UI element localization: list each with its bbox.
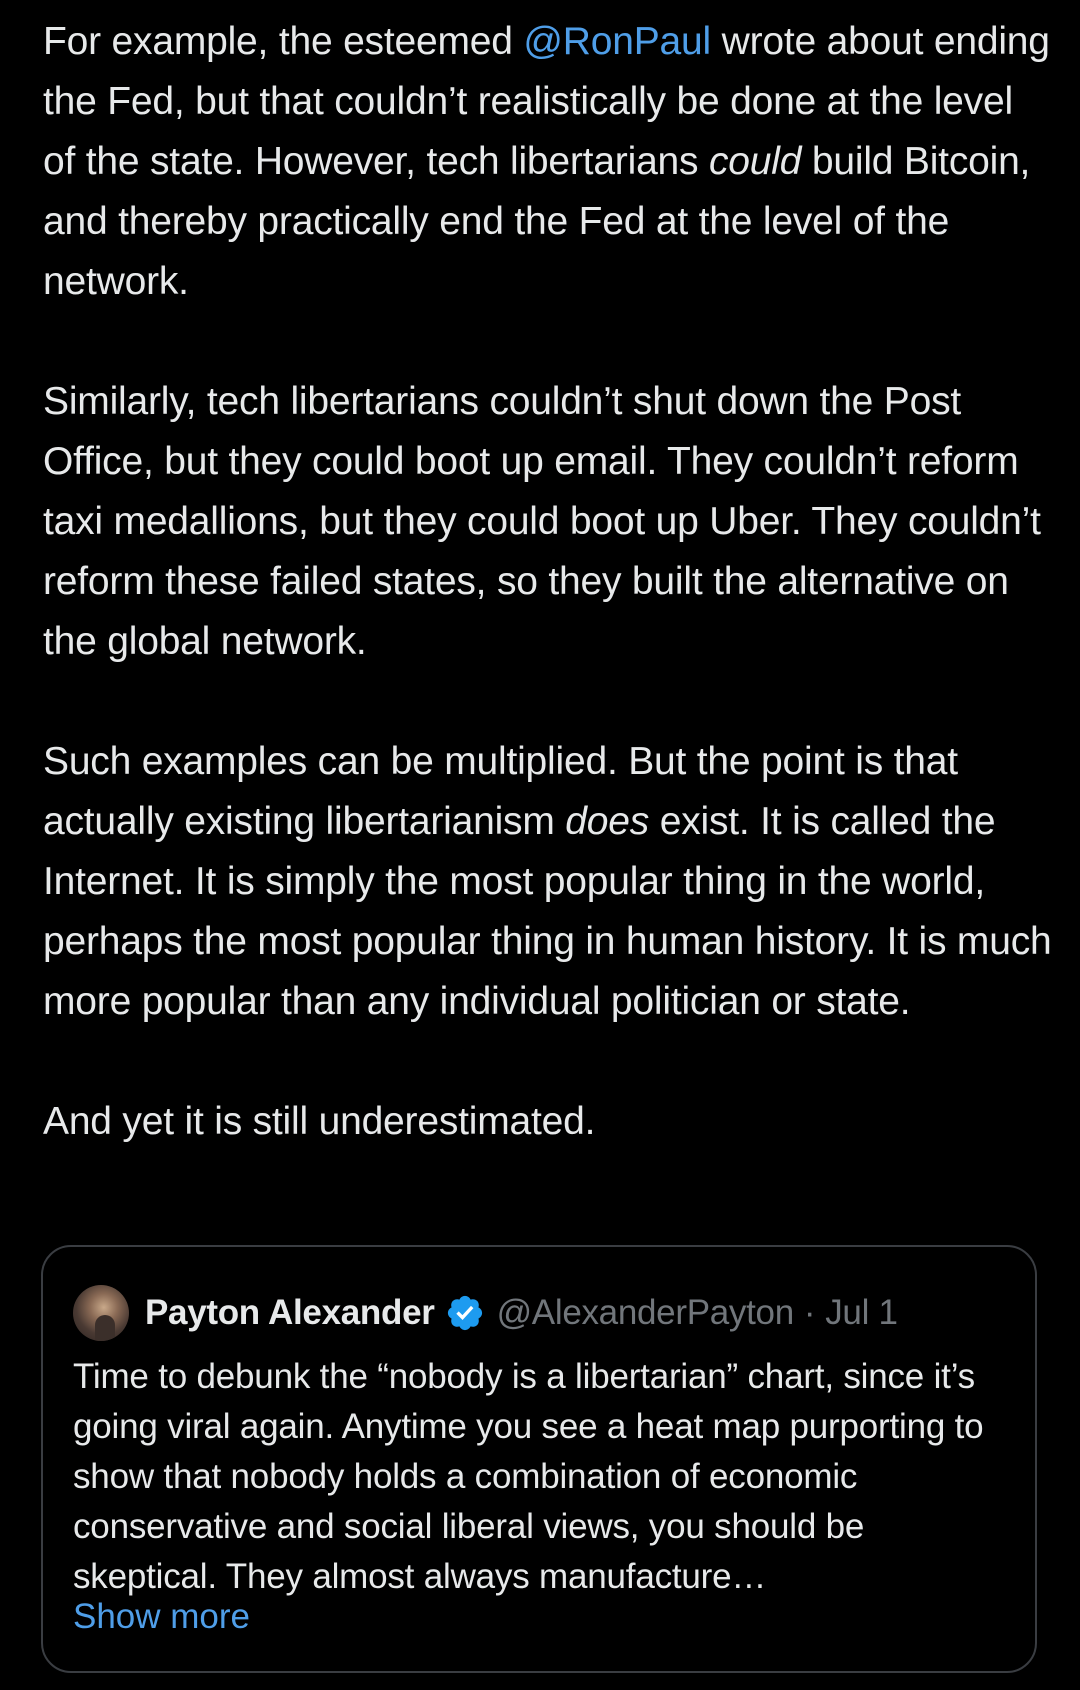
quoted-tweet-header: Payton Alexander @AlexanderPayton · Jul … <box>73 1285 898 1341</box>
quoted-tweet-card[interactable]: Payton Alexander @AlexanderPayton · Jul … <box>41 1245 1037 1673</box>
p1-emphasis: could <box>708 140 802 183</box>
p1-text-start: For example, the esteemed <box>43 20 524 63</box>
separator-dot: · <box>803 1293 816 1332</box>
tweet-paragraph-1: For example, the esteemed @RonPaul wrote… <box>43 12 1053 312</box>
post-date[interactable]: Jul 1 <box>825 1293 898 1333</box>
p3-emphasis: does <box>565 800 650 843</box>
tweet-paragraph-3: Such examples can be multiplied. But the… <box>43 732 1053 1032</box>
author-handle[interactable]: @AlexanderPayton <box>497 1293 795 1333</box>
avatar[interactable] <box>73 1285 129 1341</box>
show-more-link[interactable]: Show more <box>73 1592 250 1642</box>
verified-badge-icon <box>447 1295 482 1331</box>
tweet-paragraph-2: Similarly, tech libertarians couldn’t sh… <box>43 380 1041 663</box>
author-name[interactable]: Payton Alexander <box>145 1293 435 1333</box>
quoted-tweet-text: Time to debunk the “nobody is a libertar… <box>73 1357 984 1596</box>
tweet-paragraph-4: And yet it is still underestimated. <box>43 1100 596 1143</box>
tweet-body: For example, the esteemed @RonPaul wrote… <box>43 12 1053 1152</box>
mention-link-ronpaul[interactable]: @RonPaul <box>523 20 711 63</box>
